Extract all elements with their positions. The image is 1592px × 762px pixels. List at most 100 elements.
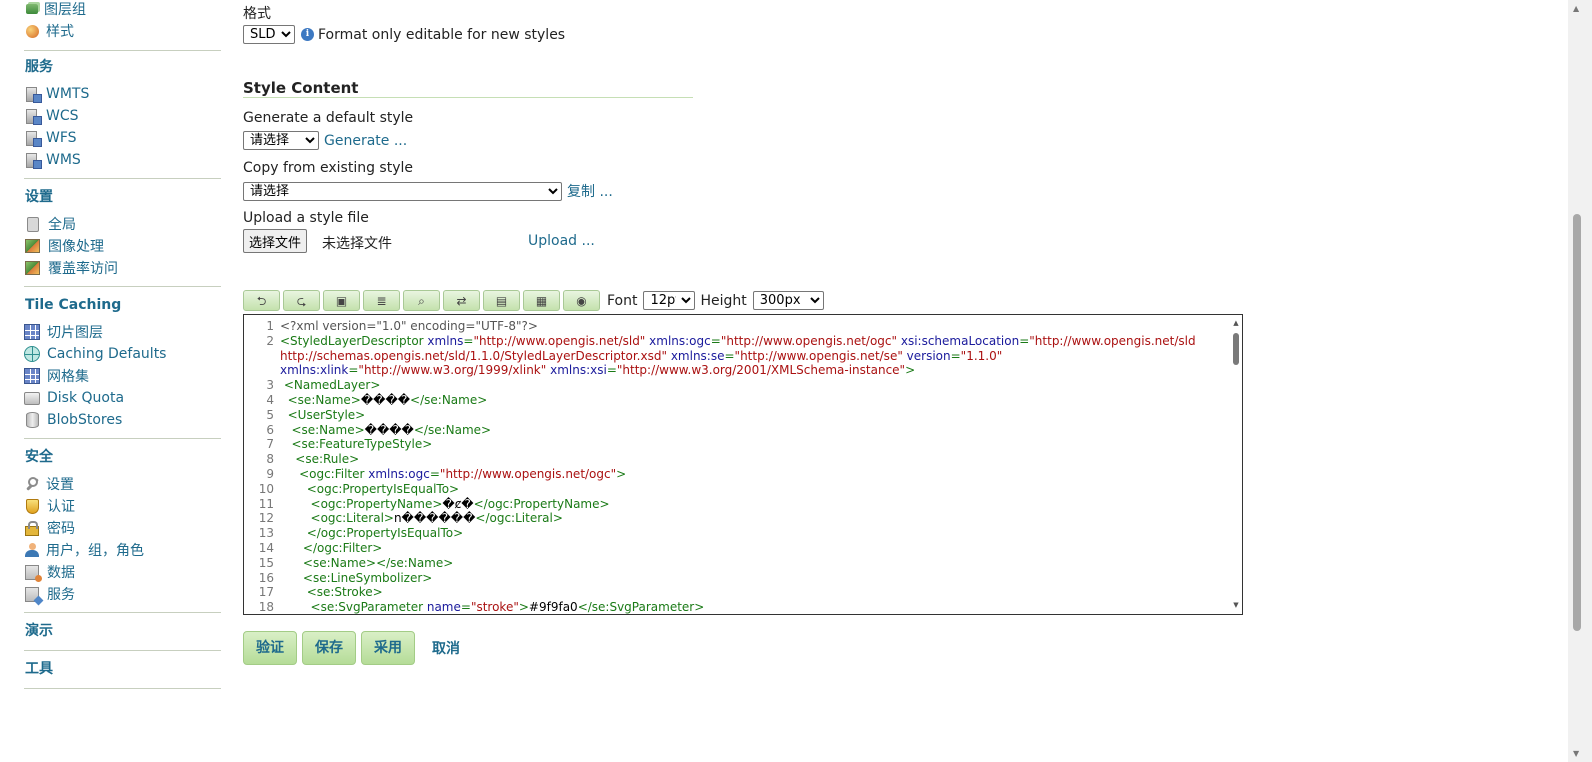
line-number: 12 xyxy=(258,511,274,526)
code-token: <se:Stroke> xyxy=(280,585,383,600)
sidebar-item-label: 数据 xyxy=(47,565,75,581)
validate-button[interactable]: 验证 xyxy=(243,631,297,665)
sidebar-item-coverage-access[interactable]: 覆盖率访问 xyxy=(24,257,221,279)
sidebar-item-gridsets[interactable]: 网格集 xyxy=(24,365,221,387)
sidebar-item-wfs[interactable]: WFS xyxy=(24,127,221,149)
sidebar-item-image-processing[interactable]: 图像处理 xyxy=(24,235,221,257)
upload-link[interactable]: Upload ... xyxy=(528,233,595,249)
line-number: 8 xyxy=(266,452,274,467)
go-to-line-button[interactable]: ▣ xyxy=(323,290,360,311)
reformat-button[interactable]: ≣ xyxy=(363,290,400,311)
reformat-icon: ≣ xyxy=(376,293,387,308)
line-number: 15 xyxy=(258,555,274,570)
server-icon xyxy=(26,130,42,147)
nav-title-services[interactable]: 服务 xyxy=(25,58,221,76)
code-editor[interactable]: 1 2 3 4 5 6 7 8 9 10 11 12 13 14 15 16 17 18 <?xml versio… xyxy=(243,314,1243,615)
sidebar-item-global[interactable]: 全局 xyxy=(24,213,221,235)
code-content[interactable]: <?xml version="1.0" encoding="UTF-8"?> <S… xyxy=(280,319,1228,615)
line-number-gutter: 1 2 3 4 5 6 7 8 9 10 11 12 13 14 15 16 17 18 xyxy=(244,319,274,614)
redo-button[interactable]: ⮎ xyxy=(283,290,320,311)
page-scrollbar[interactable]: ▲ ▼ xyxy=(1568,0,1592,762)
sidebar-item-security-settings[interactable]: 设置 xyxy=(24,473,221,495)
code-token: <se:SvgParameter xyxy=(280,600,427,615)
font-label: Font xyxy=(607,292,638,309)
format-row: SLD i Format only editable for new style… xyxy=(243,25,565,44)
image-icon xyxy=(25,261,40,275)
blob-icon xyxy=(26,412,39,428)
copy-style-select[interactable]: 请选择 xyxy=(243,181,562,201)
line-number: 14 xyxy=(258,540,274,555)
code-token: > xyxy=(905,363,916,378)
page-scroll-up-icon[interactable]: ▲ xyxy=(1573,4,1579,13)
code-token: </se:Name> xyxy=(413,422,492,437)
sidebar-item-label: 切片图层 xyxy=(47,325,103,341)
sidebar-item-label: WFS xyxy=(46,130,77,146)
sidebar-item-wmts[interactable]: WMTS xyxy=(24,83,221,105)
sidebar-item-caching-defaults[interactable]: Caching Defaults xyxy=(24,343,221,365)
layer-group-icon xyxy=(26,4,38,14)
line-number xyxy=(244,349,274,364)
nav-title-settings[interactable]: 设置 xyxy=(25,188,221,206)
code-token: name xyxy=(426,600,461,615)
code-token: <se:Name> xyxy=(280,422,365,437)
code-token: xmlns:xsi xyxy=(546,363,607,378)
code-token: <ogc:PropertyName> xyxy=(280,496,443,511)
nav-title-tile-caching[interactable]: Tile Caching xyxy=(25,296,221,314)
find-button[interactable]: ⌕ xyxy=(403,290,440,311)
users-icon xyxy=(24,542,40,558)
apply-button[interactable]: 采用 xyxy=(361,631,415,665)
scroll-up-icon[interactable]: ▲ xyxy=(1232,319,1240,327)
sidebar-item-service-security[interactable]: 服务 xyxy=(24,583,221,605)
line-number: 5 xyxy=(266,407,274,422)
line-number: 11 xyxy=(258,496,274,511)
sidebar-item-disk-quota[interactable]: Disk Quota xyxy=(24,387,221,409)
cancel-link[interactable]: 取消 xyxy=(432,638,460,658)
code-token: "http://www.opengis.net/sld" xyxy=(473,333,646,348)
font-size-select[interactable]: 12pt xyxy=(643,291,696,310)
legend-button[interactable]: ▤ xyxy=(483,290,520,311)
generate-link[interactable]: Generate ... xyxy=(324,133,407,149)
nav-group-tools: 工具 xyxy=(24,660,221,689)
redo-icon: ⮎ xyxy=(296,293,307,308)
sidebar-item-tile-layers[interactable]: 切片图层 xyxy=(24,321,221,343)
sidebar-item-label: Disk Quota xyxy=(47,390,125,406)
sidebar-item-wcs[interactable]: WCS xyxy=(24,105,221,127)
info-icon: i xyxy=(301,28,314,41)
sidebar-item-authentication[interactable]: 认证 xyxy=(24,495,221,517)
code-line: <ogc:Filter xmlns:ogc="http://www.opengi… xyxy=(280,467,1228,482)
choose-file-button[interactable]: 选择文件 xyxy=(243,229,308,253)
sidebar-item-label: Caching Defaults xyxy=(47,346,167,362)
color-picker-button[interactable]: ◉ xyxy=(563,290,600,311)
copy-link[interactable]: 复制 ... xyxy=(567,181,613,201)
preview-button[interactable]: ▦ xyxy=(523,290,560,311)
nav-title-demo[interactable]: 演示 xyxy=(25,622,221,640)
nav-title-tools[interactable]: 工具 xyxy=(25,660,221,678)
sidebar-item-users-groups-roles[interactable]: 用户，组，角色 xyxy=(24,539,221,561)
replace-button[interactable]: ⇄ xyxy=(443,290,480,311)
generate-row: 请选择 Generate ... xyxy=(243,131,407,150)
no-file-text: 未选择文件 xyxy=(322,236,392,252)
undo-button[interactable]: ⮌ xyxy=(243,290,280,311)
sidebar-item-styles[interactable]: 样式 xyxy=(24,20,221,42)
code-token: �ȼ� xyxy=(442,496,474,511)
editor-height-select[interactable]: 300px xyxy=(752,291,824,310)
sidebar-item-wms[interactable]: WMS xyxy=(24,149,221,171)
page-scrollbar-thumb[interactable] xyxy=(1573,214,1581,631)
page-scroll-down-icon[interactable]: ▼ xyxy=(1573,749,1579,758)
generate-style-select[interactable]: 请选择 xyxy=(243,131,319,150)
sidebar-item-passwords[interactable]: 密码 xyxy=(24,517,221,539)
editor-scrollbar[interactable]: ▲ ▼ xyxy=(1232,319,1240,609)
code-token: <se:Rule> xyxy=(280,452,360,467)
line-number: 10 xyxy=(258,481,274,496)
nav-title-security[interactable]: 安全 xyxy=(25,448,221,466)
sidebar-item-layer-groups[interactable]: 图层组 xyxy=(24,0,221,20)
format-select[interactable]: SLD xyxy=(243,25,295,44)
editor-scrollbar-thumb[interactable] xyxy=(1233,333,1239,365)
save-button[interactable]: 保存 xyxy=(302,631,356,665)
sidebar-item-data-security[interactable]: 数据 xyxy=(24,561,221,583)
line-number: 17 xyxy=(258,585,274,600)
scroll-down-icon[interactable]: ▼ xyxy=(1232,601,1240,609)
shield-icon xyxy=(26,498,39,514)
sidebar-item-blobstores[interactable]: BlobStores xyxy=(24,409,221,431)
line-number: 1 xyxy=(266,319,274,333)
